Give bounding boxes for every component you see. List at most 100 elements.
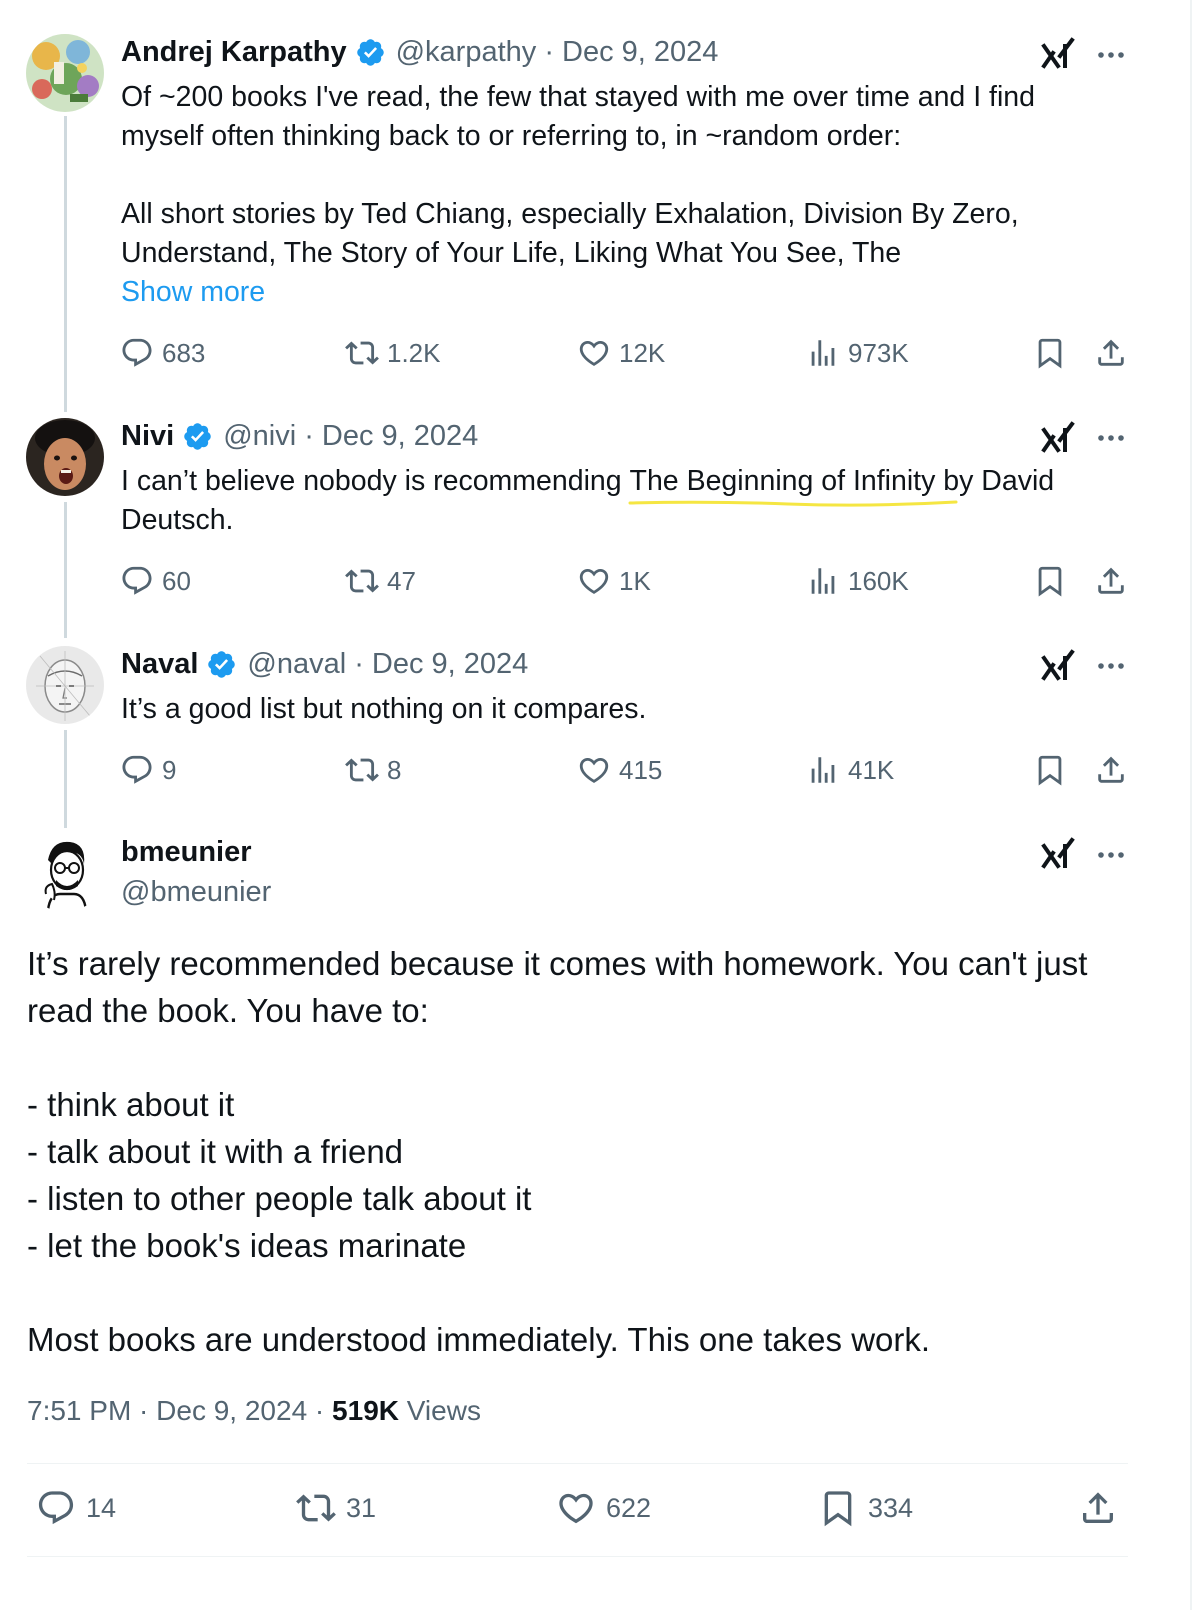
repost-icon [345, 341, 379, 365]
reply-button[interactable]: 60 [120, 564, 191, 598]
divider [27, 1556, 1128, 1557]
reply-count: 9 [162, 755, 177, 785]
views-label: Views [398, 1395, 481, 1426]
verified-badge-icon[interactable] [355, 37, 386, 68]
post-timestamp: 7:51 PM · Dec 9, 2024 · 519K Views [27, 1395, 481, 1427]
share-button[interactable] [1094, 336, 1128, 370]
post-text: Of ~200 books I've read, the few that st… [121, 78, 1121, 312]
avatar-karpathy[interactable] [26, 34, 104, 112]
views-button[interactable]: 41K [806, 753, 894, 787]
more-icon[interactable] [1094, 38, 1128, 72]
more-icon[interactable] [1094, 421, 1128, 455]
repost-button[interactable]: 1.2K [345, 336, 441, 370]
text-line: Most books are understood immediately. T… [27, 1321, 931, 1358]
grok-icon[interactable] [1040, 36, 1076, 72]
share-icon [1098, 756, 1124, 783]
bookmark-button[interactable]: 334 [818, 1488, 913, 1528]
verified-badge-icon[interactable] [182, 421, 213, 452]
display-name[interactable]: Naval [121, 648, 198, 681]
more-icon[interactable] [1094, 838, 1128, 872]
post-header: Nivi @nivi · Dec 9, 2024 [121, 420, 478, 453]
reply-button[interactable]: 14 [36, 1488, 116, 1528]
like-count: 12K [619, 338, 666, 368]
like-button[interactable]: 415 [577, 753, 662, 787]
like-button[interactable]: 12K [577, 336, 665, 370]
text-line: Deutsch. [121, 504, 234, 536]
avatar-naval[interactable] [26, 646, 104, 724]
main-display-name[interactable]: bmeunier [121, 836, 252, 869]
grok-icon[interactable] [1040, 648, 1076, 684]
views-icon [811, 757, 835, 783]
timestamp-text[interactable]: 7:51 PM · Dec 9, 2024 · [27, 1395, 332, 1426]
verified-badge-icon[interactable] [206, 649, 237, 680]
grok-icon[interactable] [1040, 420, 1076, 456]
reply-button[interactable]: 9 [120, 753, 176, 787]
like-icon [559, 1493, 593, 1524]
text-line: - listen to other people talk about it [27, 1180, 532, 1217]
views-button[interactable]: 973K [806, 336, 909, 370]
avatar-bmeunier[interactable] [26, 834, 104, 912]
handle-and-date[interactable]: @nivi · Dec 9, 2024 [223, 420, 478, 453]
highlighted-book-title: The Beginning of Infinity [628, 462, 958, 507]
post-text: It’s a good list but nothing on it compa… [121, 690, 1121, 729]
text-line: Understand, The Story of Your Life, Liki… [121, 237, 902, 269]
avatar-nivi[interactable] [26, 418, 104, 496]
repost-count: 1.2K [387, 338, 441, 368]
book-title-text: The Beginning of Infinity [629, 465, 936, 497]
post-actions: 683 1.2K 12K 973K [0, 336, 1192, 376]
share-icon [1098, 339, 1124, 366]
post-text: I can’t believe nobody is recommending T… [121, 462, 1121, 540]
reply-icon [38, 1491, 74, 1525]
reply-count: 683 [162, 338, 206, 368]
share-button[interactable] [1094, 753, 1128, 787]
text-line: - talk about it with a friend [27, 1133, 404, 1170]
share-icon [1083, 1492, 1113, 1523]
bookmark-icon [1038, 755, 1062, 786]
bookmark-icon [1038, 338, 1062, 369]
repost-count: 31 [346, 1492, 377, 1523]
share-button[interactable] [1078, 1488, 1118, 1528]
views-count: 160K [848, 566, 909, 596]
repost-button[interactable]: 8 [345, 753, 401, 787]
share-button[interactable] [1094, 564, 1128, 598]
repost-icon [345, 758, 379, 782]
like-count: 622 [606, 1492, 652, 1523]
like-button[interactable]: 622 [556, 1488, 651, 1528]
main-handle[interactable]: @bmeunier [121, 876, 271, 909]
display-name[interactable]: Nivi [121, 420, 174, 453]
like-button[interactable]: 1K [577, 564, 651, 598]
repost-count: 8 [387, 755, 402, 785]
display-name[interactable]: Andrej Karpathy [121, 36, 347, 69]
text-line: Of ~200 books I've read, the few that st… [121, 81, 1035, 113]
show-more-link[interactable]: Show more [121, 276, 265, 308]
bookmark-count: 334 [868, 1492, 914, 1523]
share-icon [1098, 567, 1124, 594]
more-icon[interactable] [1094, 649, 1128, 683]
text-line: myself often thinking back to or referri… [121, 120, 902, 152]
repost-button[interactable]: 31 [296, 1488, 376, 1528]
like-icon [579, 757, 609, 783]
text-line: It’s a good list but nothing on it compa… [121, 693, 647, 725]
reply-icon [122, 338, 152, 367]
bookmark-button[interactable] [1033, 564, 1067, 598]
post-header: Naval @naval · Dec 9, 2024 [121, 648, 528, 681]
grok-icon[interactable] [1040, 836, 1076, 872]
views-button[interactable]: 160K [806, 564, 909, 598]
text-line: It’s rarely recommended because it comes… [27, 945, 1088, 982]
reply-icon [122, 566, 152, 595]
reply-button[interactable]: 683 [120, 336, 205, 370]
text-segment: I can’t believe nobody is recommending [121, 465, 630, 497]
post-actions: 60 47 1K 160K [0, 564, 1192, 604]
main-post-actions: 14 31 622 334 [0, 1488, 1192, 1534]
text-line: - think about it [27, 1086, 235, 1123]
bookmark-button[interactable] [1033, 336, 1067, 370]
handle-and-date[interactable]: @karpathy · Dec 9, 2024 [396, 36, 719, 69]
repost-button[interactable]: 47 [345, 564, 416, 598]
like-count: 415 [619, 755, 663, 785]
bookmark-button[interactable] [1033, 753, 1067, 787]
bookmark-icon [824, 1491, 852, 1527]
highlight-underline [628, 500, 958, 507]
like-count: 1K [619, 566, 651, 596]
handle-and-date[interactable]: @naval · Dec 9, 2024 [247, 648, 528, 681]
post-actions: 9 8 415 41K [0, 753, 1192, 793]
